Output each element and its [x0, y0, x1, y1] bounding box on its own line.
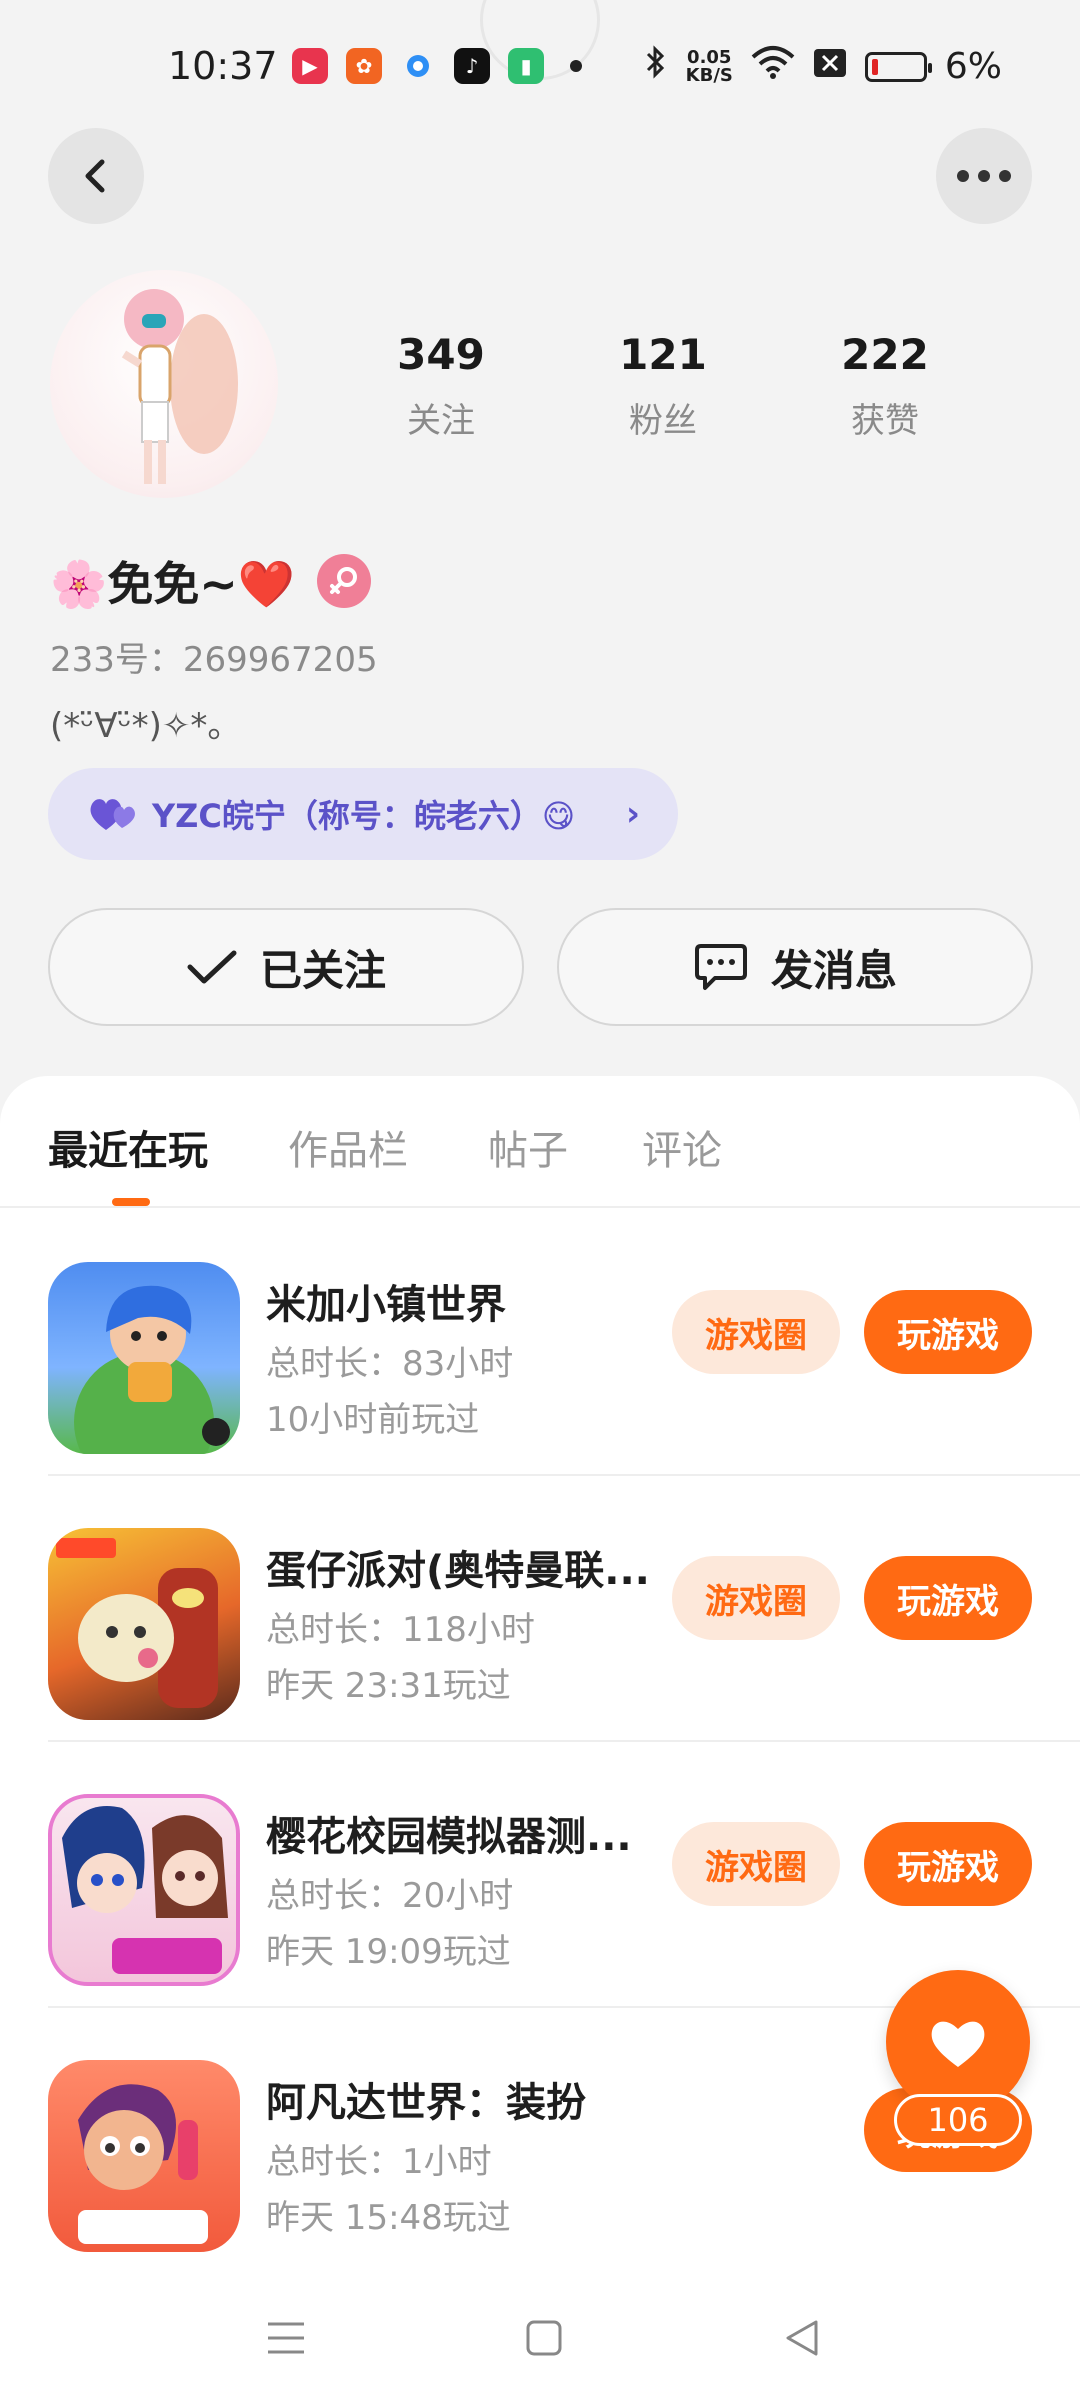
title-pill-text: YZC皖宁（称号：皖老六）😋	[152, 797, 576, 835]
female-gender-icon	[317, 554, 372, 608]
stat-label: 粉丝	[629, 401, 697, 441]
game-playtime: 总时长：1小时	[266, 2142, 492, 2182]
game-last-played: 昨天 23:31玩过	[266, 1666, 511, 1706]
stat-following[interactable]: 349 关注	[330, 330, 552, 442]
battery-percent: 6%	[944, 46, 1002, 87]
play-game-button[interactable]: 玩游戏	[864, 1556, 1032, 1640]
tab-works[interactable]: 作品栏	[288, 1118, 408, 1176]
battery-icon	[864, 51, 932, 82]
stat-label: 获赞	[851, 401, 919, 441]
more-notifications-dot	[570, 60, 582, 72]
game-last-played: 10小时前玩过	[266, 1400, 480, 1440]
stat-value: 222	[841, 330, 929, 379]
game-circle-button[interactable]: 游戏圈	[672, 1822, 840, 1906]
bio: (*ᵕ̈∀ᵕ̈*)✧*。	[50, 706, 242, 746]
notification-icons: ▶ ✿ ♪ ▮	[292, 48, 582, 84]
heart-icon	[931, 2021, 985, 2067]
game-icon-miga[interactable]	[48, 1262, 240, 1454]
stat-followers[interactable]: 121 粉丝	[552, 330, 774, 442]
chevron-right-icon: ›	[625, 794, 640, 834]
user-id: 233号：269967205	[50, 640, 378, 680]
send-message-label: 发消息	[770, 945, 897, 995]
video-app-icon: ▶	[292, 48, 328, 84]
game-row[interactable]: 樱花校园模拟器测... 总时长：20小时 昨天 19:09玩过 游戏圈 玩游戏	[48, 1742, 1080, 2008]
check-icon	[187, 950, 237, 984]
play-game-button[interactable]: 玩游戏	[864, 1290, 1032, 1374]
game-playtime: 总时长：20小时	[266, 1876, 514, 1916]
tiktok-icon: ♪	[454, 48, 490, 84]
back-nav-button[interactable]	[772, 2308, 832, 2368]
content-sheet: 最近在玩 作品栏 帖子 评论 米加小镇世界 总时长：83小时 10小时前玩过 游…	[0, 1076, 1080, 2400]
title-pill[interactable]: YZC皖宁（称号：皖老六）😋 ›	[48, 768, 678, 860]
menu-nav-button[interactable]	[256, 2308, 316, 2368]
status-bar: 10:37 ▶ ✿ ♪ ▮ 0.05 KB/S 6%	[0, 0, 1080, 130]
more-options-button[interactable]	[936, 128, 1032, 224]
double-heart-icon	[90, 799, 135, 830]
game-playtime: 总时长：83小时	[266, 1344, 514, 1384]
app-grid-icon: ✿	[346, 48, 382, 84]
game-icon-avatar-world[interactable]	[48, 2060, 240, 2252]
game-icon-eggy-party[interactable]	[48, 1528, 240, 1720]
network-speed: 0.05 KB/S	[685, 48, 733, 86]
chat-bubble-icon	[694, 944, 747, 990]
profile-stats: 349 关注 121 粉丝 222 获赞	[330, 330, 1030, 442]
home-square-icon	[526, 2320, 562, 2356]
battery-app-icon: ▮	[508, 48, 544, 84]
game-row[interactable]: 蛋仔派对(奥特曼联... 总时长：118小时 昨天 23:31玩过 游戏圈 玩游…	[48, 1476, 1080, 1742]
wifi-icon	[751, 45, 795, 88]
avatar-character-image	[121, 289, 238, 484]
tab-posts[interactable]: 帖子	[488, 1118, 568, 1176]
game-circle-button[interactable]: 游戏圈	[672, 1290, 840, 1374]
menu-icon	[268, 2322, 304, 2354]
back-button[interactable]	[48, 128, 144, 224]
net-speed-unit: KB/S	[685, 64, 733, 86]
play-game-button[interactable]: 玩游戏	[864, 1822, 1032, 1906]
home-nav-button[interactable]	[514, 2308, 574, 2368]
status-time: 10:37	[168, 44, 278, 88]
circle-app-icon	[400, 48, 436, 84]
stat-likes[interactable]: 222 获赞	[774, 330, 996, 442]
back-triangle-icon	[786, 2320, 818, 2356]
following-button[interactable]: 已关注	[48, 908, 524, 1026]
game-icon-sakura-school[interactable]	[48, 1794, 240, 1986]
bluetooth-icon	[644, 44, 668, 89]
status-right: 0.05 KB/S 6%	[644, 44, 1002, 89]
game-name: 米加小镇世界	[266, 1282, 506, 1328]
avatar[interactable]	[50, 270, 278, 498]
game-last-played: 昨天 15:48玩过	[266, 2198, 511, 2238]
game-circle-button[interactable]: 游戏圈	[672, 1556, 840, 1640]
game-playtime: 总时长：118小时	[266, 1610, 535, 1650]
chevron-left-icon	[85, 159, 105, 193]
game-last-played: 昨天 19:09玩过	[266, 1932, 511, 1972]
send-message-button[interactable]: 发消息	[557, 908, 1033, 1026]
more-dots-icon	[957, 170, 1011, 182]
game-name: 樱花校园模拟器测...	[266, 1814, 632, 1860]
nickname: 🌸免免~❤️	[50, 557, 296, 611]
active-tab-indicator	[112, 1198, 150, 1206]
following-label: 已关注	[259, 945, 386, 995]
tab-recently-played[interactable]: 最近在玩	[48, 1118, 208, 1176]
nickname-row: 🌸免免~❤️	[50, 548, 372, 614]
stat-value: 349	[397, 330, 485, 379]
game-name: 阿凡达世界：装扮	[266, 2080, 586, 2126]
system-nav-bar	[0, 2260, 1080, 2400]
game-name: 蛋仔派对(奥特曼联...	[266, 1548, 650, 1594]
like-floating-button[interactable]	[886, 1970, 1030, 2114]
game-row[interactable]: 米加小镇世界 总时长：83小时 10小时前玩过 游戏圈 玩游戏	[48, 1210, 1080, 1476]
tab-comments[interactable]: 评论	[642, 1118, 722, 1176]
stat-value: 121	[619, 330, 707, 379]
stat-label: 关注	[407, 401, 475, 441]
no-sim-icon	[813, 46, 847, 87]
like-count-badge: 106	[894, 2094, 1022, 2146]
profile-tabs: 最近在玩 作品栏 帖子 评论	[0, 1076, 1080, 1208]
